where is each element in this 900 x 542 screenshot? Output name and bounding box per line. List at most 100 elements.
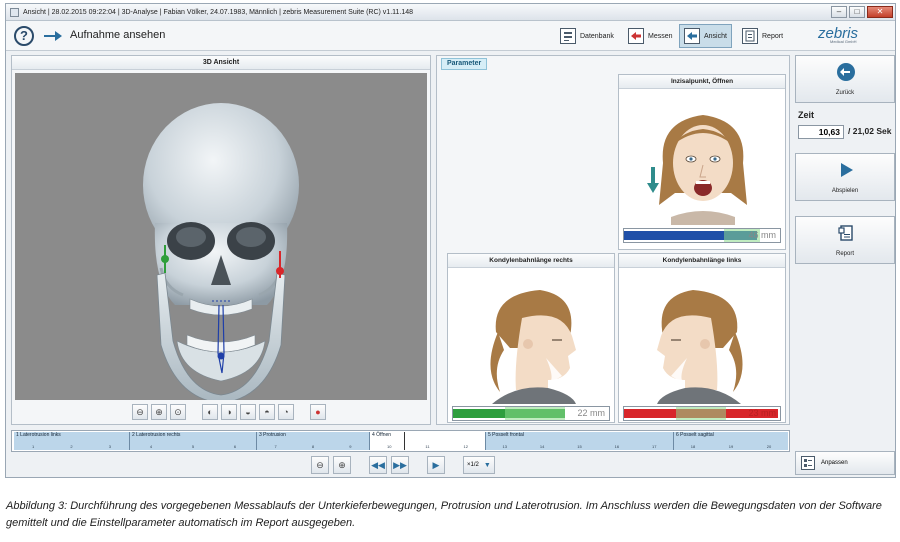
nav-report-button[interactable]: Report [738,24,787,48]
speed-value: ×1/2 [467,462,479,468]
nav-messen-button[interactable]: Messen [624,24,677,48]
measure-bar-kondylen-rechts: 22 mm [452,406,610,421]
face-profile-right-icon [490,290,576,404]
segment-ticks: 789 [274,444,352,449]
segment-ticks: 123 [32,444,111,449]
timeline-segment-current[interactable]: 4 Öffnen 10 11 12 [370,432,486,450]
3d-view-panel: 3D Ansicht ⊖ ⊕ ⊙ ◐ ◑ ◒ ◓ ◔ ● [11,55,431,425]
time-label: Zeit [798,110,815,120]
report-button[interactable]: Report [795,216,895,264]
segment-label: 6 Posselt sagittal [676,432,714,438]
report-icon [742,28,758,44]
adjust-icon [801,456,815,470]
measure-bar-kondylen-links: 23 mm [623,406,781,421]
window-title: Ansicht | 28.02.2015 09:22:04 | 3D-Analy… [23,8,414,16]
play-icon [841,163,853,177]
zoom-fit-button[interactable]: ⊙ [170,404,186,420]
play-small-button[interactable]: ▶ [427,456,445,474]
arrow-right-icon [44,31,62,41]
close-button[interactable]: ✕ [867,6,893,18]
zebris-logo: zebris Medical GmbH [818,25,858,44]
segment-label: 5 Posselt frontal [488,432,524,438]
3d-viewport[interactable] [15,73,427,400]
timeline-segment[interactable]: 6 Posselt sagittal 18 19 20 [674,432,788,450]
measure-bar-range [676,407,726,420]
measure-bar-range [505,407,565,420]
card-kondylen-links: Kondylenbahnlänge links 23 mm [618,253,786,423]
segment-label: 1 Laterotrusion links [16,432,61,438]
segment-ticks: 13 14 15 16 17 [502,444,657,449]
face-front-icon [647,115,747,225]
nav-report-label: Report [762,32,784,40]
timeline[interactable]: 1 Laterotrusion links 123 2 Laterotrusio… [11,430,790,452]
zoom-out-button[interactable]: ⊖ [132,404,148,420]
segment-ticks: 456 [149,444,237,449]
view-right-button[interactable]: ◒ [240,404,256,420]
back-label: Zurück [835,90,855,96]
chevron-down-icon: ▼ [483,461,491,469]
segment-label: 2 Laterotrusion rechts [132,432,181,438]
card-inzisalpunkt-title: Inzisalpunkt, Öffnen [619,75,785,89]
maximize-button[interactable]: □ [849,6,865,18]
nav-datenbank-button[interactable]: Datenbank [556,24,618,48]
view-icon [684,28,700,44]
report-doc-icon [838,225,853,241]
3d-view-title: 3D Ansicht [12,56,430,70]
record-button[interactable]: ● [310,404,326,420]
card-kondylen-links-title: Kondylenbahnlänge links [619,254,785,268]
view-bottom-button[interactable]: ◔ [278,404,294,420]
measure-value: 23 mm [748,408,776,418]
view-top-button[interactable]: ◓ [259,404,275,420]
app-icon [10,7,19,17]
tab-parameter[interactable]: Parameter [441,58,488,70]
timeline-segment[interactable]: 2 Laterotrusion rechts 456 [130,432,257,450]
timeline-segment[interactable]: 1 Laterotrusion links 123 [14,432,130,450]
minimize-button[interactable]: – [831,6,847,18]
title-bar: Ansicht | 28.02.2015 09:22:04 | 3D-Analy… [6,4,895,21]
segment-ticks: 10 11 12 [386,444,468,449]
window-controls: – □ ✕ [831,6,893,18]
view-front-button[interactable]: ◐ [202,404,218,420]
timeline-zoom-out-button[interactable]: ⊖ [311,456,329,474]
timeline-segment[interactable]: 5 Posselt frontal 13 14 15 16 17 [486,432,674,450]
time-current: 10,63 [798,125,844,139]
right-sidebar: Zurück Zeit 10,63 / 21,02 Sek Abspielen … [795,55,895,475]
logo-subtext: Medical GmbH [830,39,857,44]
playback-controls: ⊖ ⊕ ◀◀ ▶▶ ▶ ×1/2 ▼ [311,456,495,474]
measure-value: 22 mm [577,408,605,418]
card-kondylen-rechts-title: Kondylenbahnlänge rechts [448,254,614,268]
adjust-button[interactable]: Anpassen [795,451,895,475]
play-label: Abspielen [831,188,859,194]
nav-ansicht-button[interactable]: Ansicht [679,24,732,48]
step-back-button[interactable]: ◀◀ [369,456,387,474]
measure-value: 46 mm [748,230,776,240]
zoom-in-button[interactable]: ⊕ [151,404,167,420]
timeline-segment[interactable]: 3 Protrusion 789 [257,432,370,450]
timeline-zoom-in-button[interactable]: ⊕ [333,456,351,474]
segment-label: 4 Öffnen [372,432,392,438]
app-window: Ansicht | 28.02.2015 09:22:04 | 3D-Analy… [5,3,896,478]
view-left-button[interactable]: ◑ [221,404,237,420]
speed-select[interactable]: ×1/2 ▼ [463,456,495,474]
toolbar: ? Aufnahme ansehen Datenbank Messen Ansi… [6,21,895,51]
card-inzisalpunkt: Inzisalpunkt, Öffnen 46 mm [618,74,786,250]
figure-caption: Abbildung 3: Durchführung des vorgegeben… [6,500,882,529]
play-button[interactable]: Abspielen [795,153,895,201]
back-button[interactable]: Zurück [795,55,895,103]
time-total: / 21,02 Sek [848,126,892,136]
measure-icon [628,28,644,44]
adjust-label: Anpassen [821,460,848,466]
nav-messen-label: Messen [648,32,673,40]
parameter-panel: Parameter Inzisalpunkt, Öffnen 46 mm Kon… [436,55,790,425]
view-controls: ⊖ ⊕ ⊙ ◐ ◑ ◒ ◓ ◔ ● [132,404,326,420]
nav-ansicht-label: Ansicht [704,32,727,40]
help-button[interactable]: ? [14,26,34,46]
face-profile-left-icon [657,290,743,404]
report-label: Report [835,251,854,257]
page-title: Aufnahme ansehen [70,29,166,41]
skull-model-icon [143,103,299,400]
step-forward-button[interactable]: ▶▶ [391,456,409,474]
database-icon [560,28,576,44]
measure-bar-inzisalpunkt: 46 mm [623,228,781,243]
back-arrow-icon [837,63,855,81]
